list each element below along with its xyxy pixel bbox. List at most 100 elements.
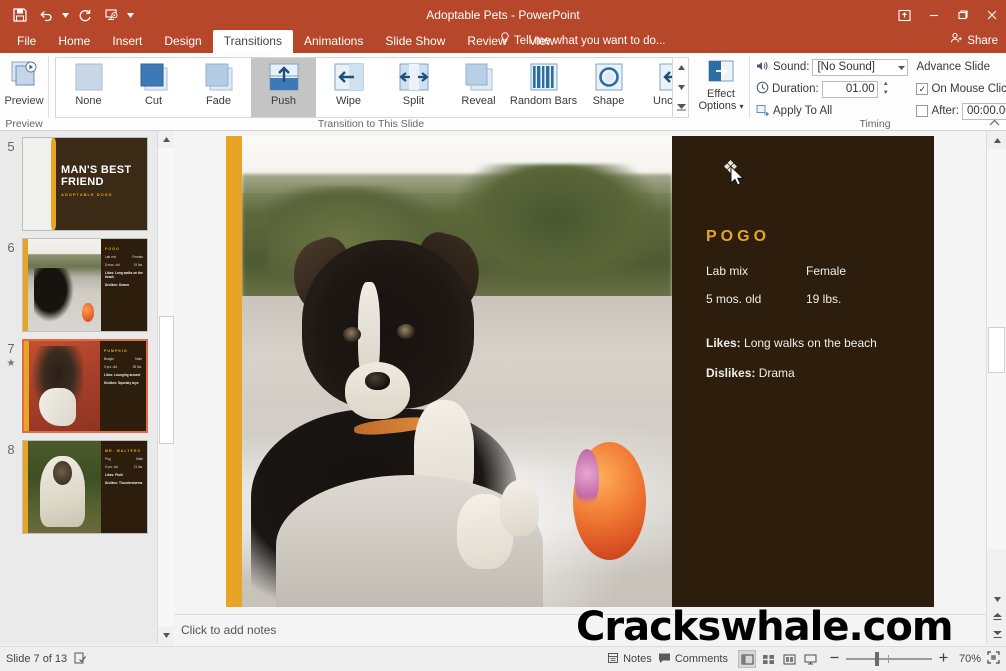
slide-pet-details: Lab mix Female 5 mos. old 19 lbs. [706, 264, 934, 306]
slide-scroll-down-icon[interactable] [987, 590, 1006, 608]
thumbnail-age: 6 yrs. old [105, 465, 118, 469]
thumbnail-item[interactable]: 8 MR. WALTERS Pug Male 6 yrs. old 21 lbs. Like… [0, 440, 157, 534]
slide-scroll-up-icon[interactable] [987, 131, 1006, 149]
reading-view-button[interactable] [780, 650, 798, 668]
tab-file[interactable]: File [6, 30, 47, 53]
preview-button-label: Preview [4, 95, 44, 107]
tab-animations[interactable]: Animations [293, 30, 374, 53]
slide-thumbnail-pane[interactable]: 5 MAN'S BEST FRIEND ADOPTABLE DOGS 6 POGO Lab … [0, 131, 157, 644]
timing-column-left: Sound: [No Sound] Duration: 01.00 ▲ ▼ Ap… [756, 58, 909, 120]
zoom-level-label[interactable]: 70% [955, 653, 981, 665]
transition-cut[interactable]: Cut [121, 58, 186, 117]
fit-to-window-icon[interactable] [987, 651, 1000, 667]
thumbnail-slide-6[interactable]: POGO Lab mix Female 5 mos. old 19 lbs. Likes:… [22, 238, 148, 332]
transition-push[interactable]: Push [251, 58, 316, 117]
slide-editing-area[interactable]: POGO Lab mix Female 5 mos. old 19 lbs. L… [174, 131, 986, 614]
on-mouse-click-checkbox[interactable]: ✓ [916, 83, 929, 95]
thumbnail-item[interactable]: 7 ★ PUMPKIN Beagle Male 3 yrs. old 28 lbs. Like… [0, 339, 157, 433]
previous-slide-icon[interactable] [987, 608, 1006, 626]
slide-accent-bar [226, 136, 242, 607]
tab-transitions[interactable]: Transitions [212, 30, 293, 53]
slide-breed: Lab mix [706, 264, 749, 278]
transition-star-icon[interactable]: ★ [7, 358, 16, 369]
transition-random-bars[interactable]: Random Bars [510, 58, 577, 117]
comments-button[interactable]: Comments [658, 652, 728, 667]
thumbnail-scroll-down-icon[interactable] [158, 627, 175, 644]
thumbnail-item[interactable]: 5 MAN'S BEST FRIEND ADOPTABLE DOGS [0, 137, 157, 231]
gallery-more-icon[interactable] [674, 98, 688, 117]
duration-stepper[interactable]: ▲ ▼ [881, 81, 891, 97]
tab-insert[interactable]: Insert [101, 30, 153, 53]
share-button[interactable]: Share [950, 30, 998, 53]
accessibility-checker-icon[interactable] [74, 651, 88, 668]
slide-weight: 19 lbs. [806, 292, 842, 306]
on-mouse-click-row[interactable]: ✓ On Mouse Click [916, 80, 1006, 98]
transition-none[interactable]: None [56, 58, 121, 117]
transition-reveal[interactable]: Reveal [446, 58, 511, 117]
slide-sorter-view-button[interactable] [759, 650, 777, 668]
transition-wipe[interactable]: Wipe [316, 58, 381, 117]
tell-me-search[interactable]: Tell me what you want to do... [500, 30, 666, 53]
thumbnail-slide-5[interactable]: MAN'S BEST FRIEND ADOPTABLE DOGS [22, 137, 148, 231]
after-value: 00:00.00 [966, 105, 1006, 117]
thumbnail-number-label: 5 [7, 139, 15, 154]
ribbon: Preview Preview None Cut Fade Push Wipe Split… [0, 53, 1006, 131]
minimize-button[interactable] [919, 0, 948, 30]
slide-info-panel[interactable]: POGO Lab mix Female 5 mos. old 19 lbs. L… [672, 136, 934, 607]
zoom-in-button[interactable] [938, 652, 949, 666]
notes-button[interactable]: Notes [607, 652, 652, 667]
slide-dislikes-value: Drama [758, 366, 795, 380]
advance-slide-label: Advance Slide [916, 61, 990, 73]
thumbnail-pet-layout: POGO Lab mix Female 5 mos. old 19 lbs. Likes:… [23, 239, 147, 331]
transition-gallery[interactable]: None Cut Fade Push Wipe Split Reveal Random Bar… [55, 57, 673, 118]
transition-fade[interactable]: Fade [186, 58, 251, 117]
sound-combo[interactable]: [No Sound] [812, 58, 909, 76]
transition-gallery-scrollbar[interactable] [674, 57, 689, 118]
zoom-out-button[interactable] [829, 652, 840, 666]
slide-scrollbar[interactable] [986, 131, 1006, 644]
preview-button[interactable]: Preview [3, 56, 45, 114]
duration-label: Duration: [772, 83, 819, 95]
normal-view-button[interactable] [738, 650, 756, 668]
thumbnail-scroll-thumb[interactable] [159, 316, 174, 444]
sound-chevron-down-icon[interactable] [898, 61, 906, 73]
duration-input[interactable]: 01.00 [821, 80, 878, 98]
tab-design[interactable]: Design [153, 30, 212, 53]
gallery-scroll-down-icon[interactable] [674, 78, 688, 97]
duration-row[interactable]: Duration: 01.00 ▲ ▼ [756, 80, 908, 98]
thumbnail-scroll-up-icon[interactable] [158, 131, 175, 148]
gallery-scroll-up-icon[interactable] [674, 58, 688, 77]
tab-home[interactable]: Home [47, 30, 101, 53]
effect-options-button[interactable]: Effect Options ▾ [696, 56, 746, 118]
thumbnail-slide-8[interactable]: MR. WALTERS Pug Male 6 yrs. old 21 lbs. Likes… [22, 440, 148, 534]
transition-split[interactable]: Split [381, 58, 446, 117]
next-slide-icon[interactable] [987, 626, 1006, 644]
slide-photo[interactable] [242, 136, 672, 607]
zoom-slider[interactable] [846, 652, 932, 666]
slide-counter[interactable]: Slide 7 of 13 [6, 653, 67, 665]
slide-scroll-thumb[interactable] [988, 327, 1005, 373]
zoom-slider-handle[interactable] [875, 652, 879, 666]
thumbnail-sex: Male [135, 357, 142, 361]
slideshow-view-button[interactable] [801, 650, 819, 668]
transition-uncover[interactable]: Uncover [641, 58, 672, 117]
ribbon-group-timing-label: Timing [859, 118, 891, 130]
thumbnail-scroll-track[interactable] [158, 148, 175, 627]
thumbnail-breed: Beagle [104, 357, 114, 361]
ribbon-display-options-icon[interactable] [890, 0, 919, 30]
after-input[interactable]: 00:00.00 [961, 102, 1006, 120]
tab-slide-show[interactable]: Slide Show [374, 30, 456, 53]
after-checkbox[interactable] [916, 105, 929, 117]
thumbnail-item[interactable]: 6 POGO Lab mix Female 5 mos. old 19 lbs. Likes… [0, 238, 157, 332]
thumbnail-slide-7[interactable]: PUMPKIN Beagle Male 3 yrs. old 28 lbs. Likes:… [22, 339, 148, 433]
thumbnail-number: 6 [0, 238, 22, 332]
transition-shape[interactable]: Shape [576, 58, 641, 117]
restore-button[interactable] [948, 0, 977, 30]
close-button[interactable] [977, 0, 1006, 30]
thumbnail-scrollbar[interactable] [157, 131, 175, 644]
current-slide[interactable]: POGO Lab mix Female 5 mos. old 19 lbs. L… [226, 136, 934, 607]
sound-row[interactable]: Sound: [No Sound] [756, 58, 909, 76]
ribbon-group-transitions: None Cut Fade Push Wipe Split Reveal Random Bar… [49, 53, 693, 131]
collapse-ribbon-icon[interactable] [989, 118, 1000, 129]
thumbnail-pet-name: PUMPKIN [104, 349, 128, 353]
